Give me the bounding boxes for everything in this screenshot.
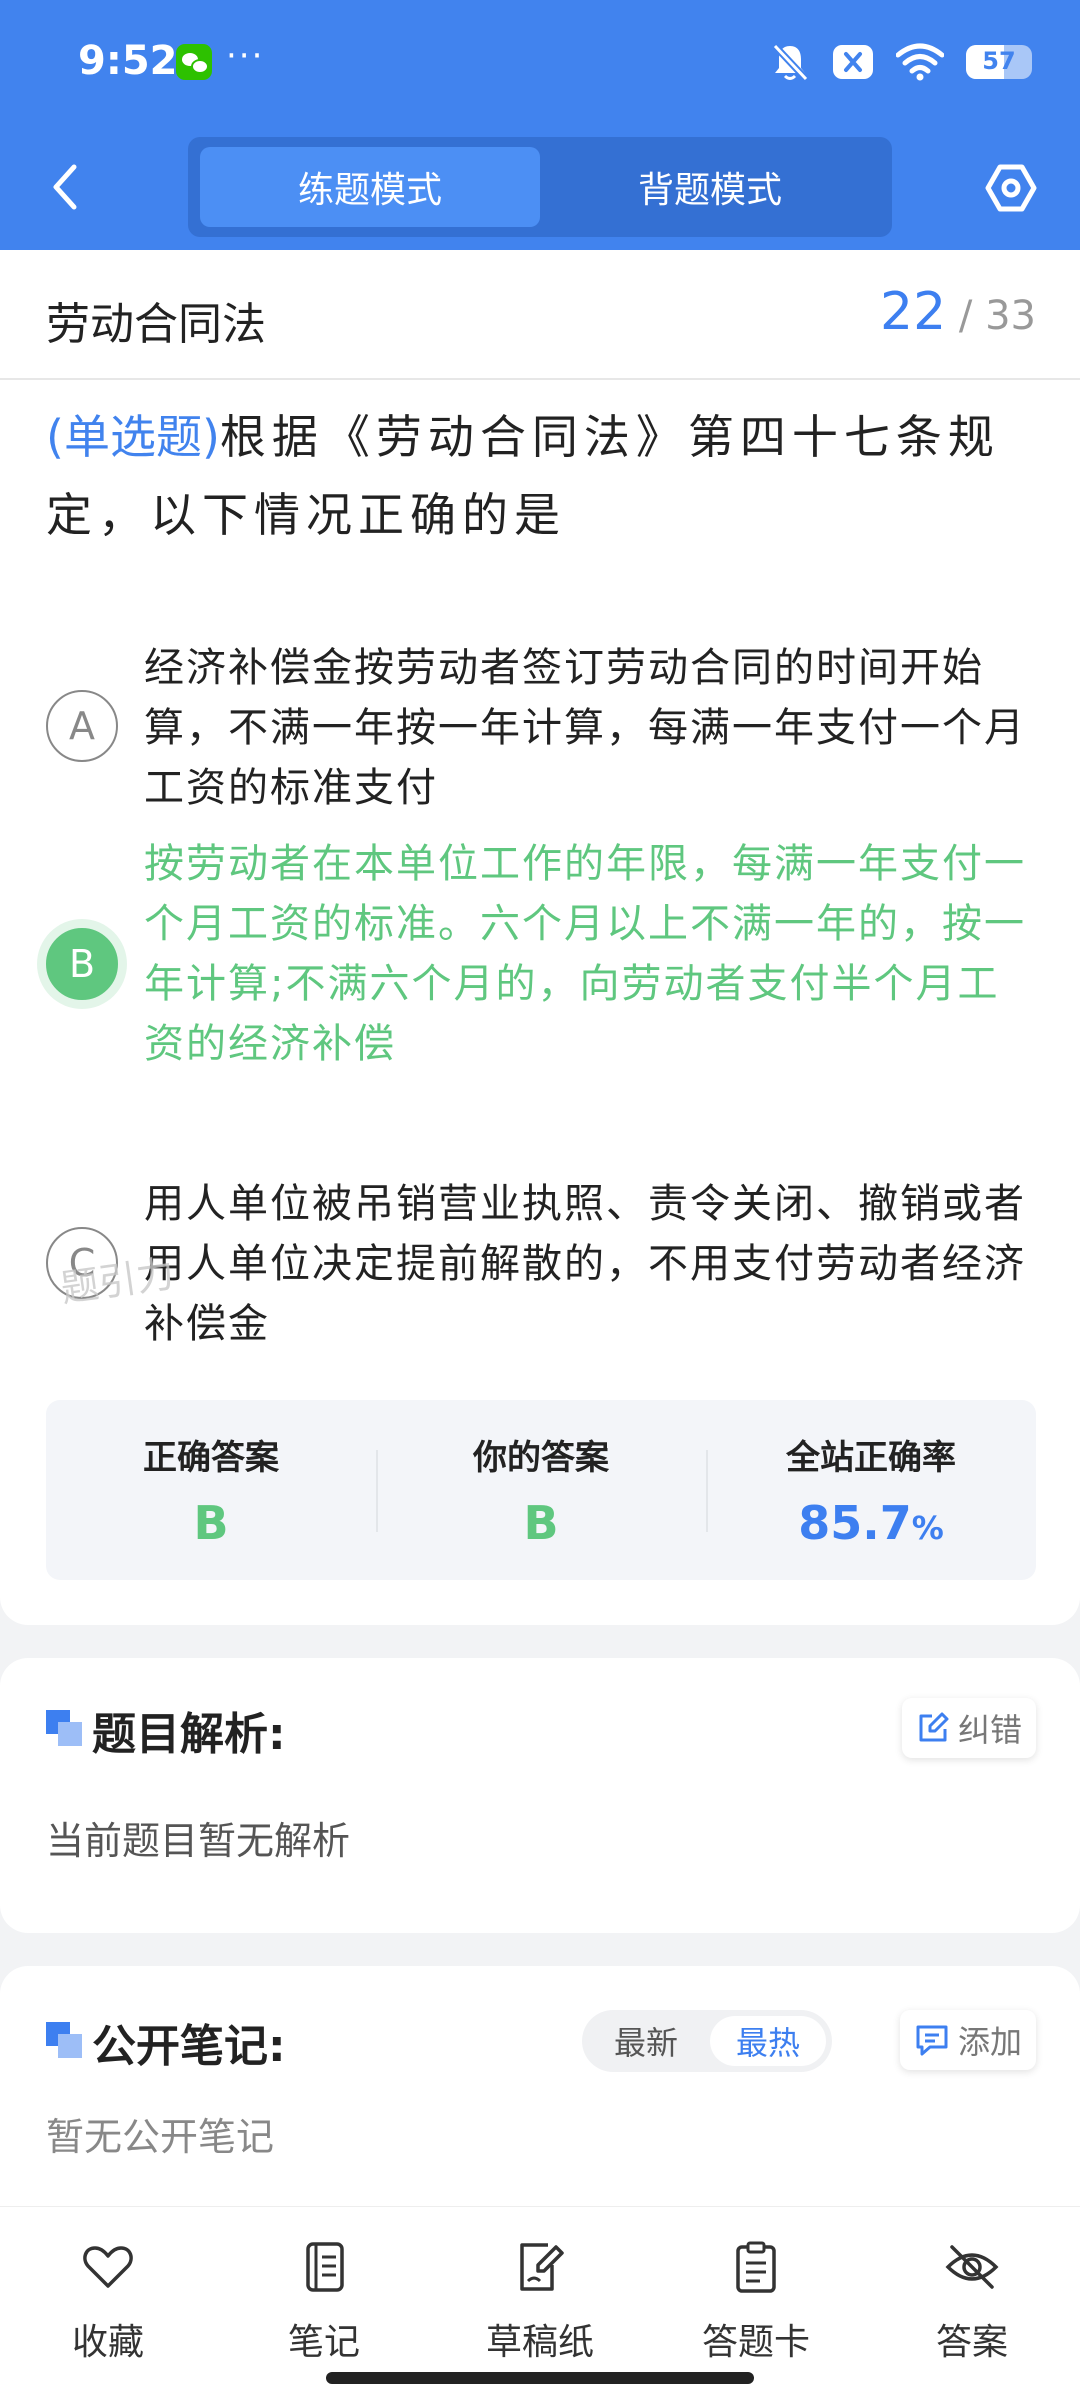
comment-icon (916, 2025, 948, 2056)
option-a-letter: A (46, 690, 118, 762)
report-error-label: 纠错 (957, 1711, 1022, 1749)
stat-accuracy: 全站正确率 85.7% (706, 1400, 1036, 1580)
stat-correct-label: 正确答案 (143, 1438, 279, 1478)
question-progress[interactable]: 22 / 33 (880, 282, 1036, 342)
chapter-title: 劳动合同法 (46, 299, 266, 350)
notebook-icon (306, 2242, 344, 2292)
analysis-card: 题目解析: 纠错 当前题目暂无解析 (0, 1658, 1080, 1933)
more-notifications-icon: ··· (226, 36, 265, 76)
wechat-notification-icon (176, 44, 212, 80)
option-a-text: 经济补偿金按劳动者签订劳动合同的时间开始算，不满一年按一年计算，每满一年支付一个… (144, 645, 1026, 811)
tab-answer-label: 答案 (935, 2322, 1008, 2363)
analysis-body: 当前题目暂无解析 (46, 1819, 351, 1863)
tab-answer[interactable]: 答案 (864, 2231, 1080, 2371)
add-note-button[interactable]: 添加 (899, 2010, 1036, 2070)
stat-rate-unit: % (911, 1509, 944, 1547)
status-bar: 9:52 ··· 57 (0, 0, 1080, 125)
tab-practice-mode[interactable]: 练题模式 (200, 147, 540, 227)
tab-recite-mode[interactable]: 背题模式 (540, 147, 880, 227)
tab-notes[interactable]: 笔记 (216, 2231, 432, 2371)
progress-total: 33 (985, 293, 1036, 339)
close-box-icon (833, 45, 873, 79)
app-header: 9:52 ··· 57 练题模式 背题模式 (0, 0, 1080, 250)
home-indicator[interactable] (326, 2372, 754, 2384)
tab-draft[interactable]: 草稿纸 (432, 2231, 648, 2371)
mode-switch: 练题模式 背题模式 (188, 137, 892, 237)
chapter-row: 劳动合同法 22 / 33 (0, 250, 1080, 380)
notes-card: 公开笔记: 最新 最热 添加 暂无公开笔记 (0, 1966, 1080, 2206)
bottom-toolbar: 收藏 笔记 草稿纸 答题卡 答案 (0, 2206, 1080, 2400)
progress-current: 22 (880, 282, 947, 342)
status-icons: 57 (770, 40, 1032, 84)
tab-draft-label: 草稿纸 (485, 2322, 594, 2363)
option-c-text: 用人单位被吊销营业执照、责令关闭、撤销或者用人单位决定提前解散的，不用支付劳动者… (144, 1181, 1026, 1347)
stat-rate-value: 85.7% (706, 1496, 1036, 1550)
question-card: 劳动合同法 22 / 33 (单选题)根据《劳动合同法》第四十七条规定，以下情况… (0, 250, 1080, 1625)
section-squares-icon (46, 2022, 84, 2060)
notes-title: 公开笔记: (92, 2021, 286, 2072)
tab-favorite[interactable]: 收藏 (0, 2231, 216, 2371)
answer-stats: 正确答案 B 你的答案 B 全站正确率 85.7% (46, 1400, 1036, 1580)
option-b-letter: B (46, 928, 118, 1000)
chevron-left-icon (53, 164, 77, 210)
hexagon-settings-icon (985, 164, 1037, 212)
stat-rate-label: 全站正确率 (786, 1438, 956, 1478)
sort-hot[interactable]: 最热 (710, 2016, 826, 2066)
stat-your-answer: 你的答案 B (376, 1400, 706, 1580)
wifi-icon (896, 43, 944, 81)
analysis-title: 题目解析: (92, 1709, 286, 1760)
edit-icon (919, 1712, 949, 1742)
status-time: 9:52 (78, 38, 178, 84)
heart-icon (83, 2246, 133, 2288)
question-type: (单选题) (46, 410, 220, 464)
notes-empty: 暂无公开笔记 (46, 2115, 275, 2159)
progress-separator: / (958, 293, 973, 339)
tab-notes-label: 笔记 (287, 2322, 360, 2363)
bell-off-icon (772, 43, 809, 82)
nav-bar: 练题模式 背题模式 (0, 125, 1080, 250)
stat-correct-value: B (193, 1496, 229, 1550)
answer-sheet-icon (736, 2241, 776, 2293)
draft-icon (520, 2243, 564, 2291)
tab-favorite-label: 收藏 (71, 2322, 144, 2363)
eye-off-icon (945, 2245, 999, 2289)
tab-answer-sheet-label: 答题卡 (701, 2322, 810, 2363)
battery-percent: 57 (982, 47, 1016, 75)
battery-icon: 57 (966, 45, 1032, 79)
add-note-label: 添加 (957, 2023, 1022, 2061)
report-error-button[interactable]: 纠错 (901, 1698, 1036, 1758)
back-button[interactable] (40, 155, 90, 219)
notes-sort-toggle: 最新 最热 (582, 2010, 832, 2072)
stat-rate-number: 85.7 (798, 1496, 912, 1550)
question-text: (单选题)根据《劳动合同法》第四十七条规定，以下情况正确的是 (46, 398, 1036, 554)
sort-latest[interactable]: 最新 (588, 2016, 704, 2066)
stat-yours-label: 你的答案 (473, 1438, 609, 1478)
settings-button[interactable] (978, 155, 1044, 221)
stat-correct-answer: 正确答案 B (46, 1400, 376, 1580)
stat-yours-value: B (523, 1496, 559, 1550)
tab-answer-sheet[interactable]: 答题卡 (648, 2231, 864, 2371)
section-squares-icon (46, 1710, 84, 1748)
option-b-text: 按劳动者在本单位工作的年限，每满一年支付一个月工资的标准。六个月以上不满一年的，… (144, 841, 1026, 1067)
